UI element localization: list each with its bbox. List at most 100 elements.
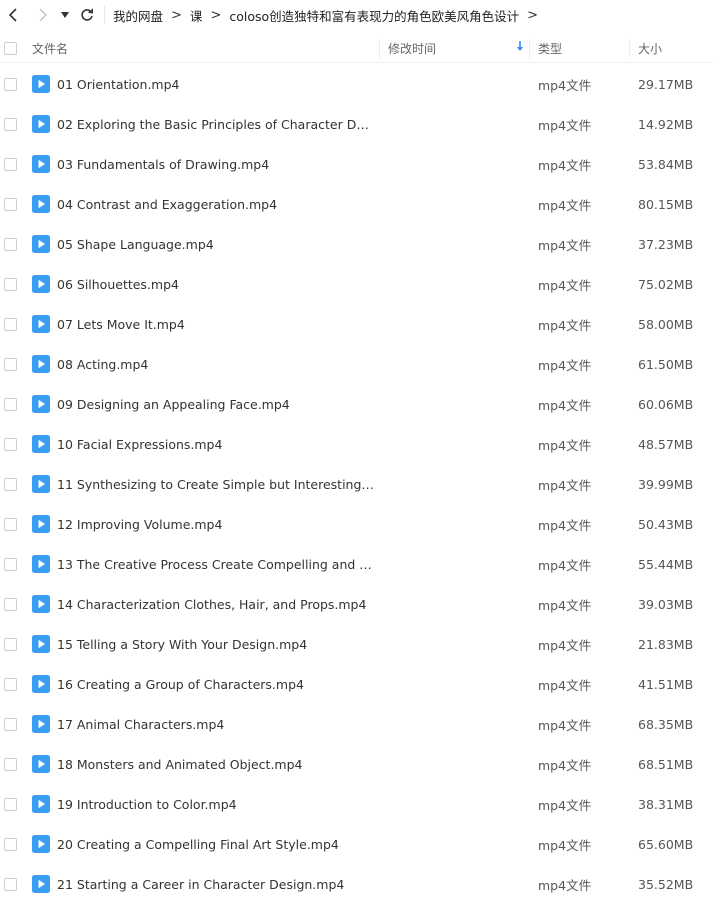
forward-button[interactable] [32, 0, 54, 30]
file-row[interactable]: 10 Facial Expressions.mp4 mp4文件 48.57MB [0, 424, 713, 464]
file-checkbox[interactable] [4, 557, 17, 571]
column-header-name-label: 文件名 [32, 41, 69, 56]
file-select-cell [0, 77, 24, 91]
file-row[interactable]: 19 Introduction to Color.mp4 mp4文件 38.31… [0, 784, 713, 824]
file-checkbox[interactable] [4, 677, 17, 691]
refresh-button[interactable] [76, 0, 98, 30]
file-checkbox[interactable] [4, 397, 17, 411]
file-name[interactable]: 01 Orientation.mp4 [57, 77, 380, 92]
file-name[interactable]: 19 Introduction to Color.mp4 [57, 797, 380, 812]
file-name[interactable]: 15 Telling a Story With Your Design.mp4 [57, 637, 380, 652]
file-select-cell [0, 397, 24, 411]
file-row[interactable]: 04 Contrast and Exaggeration.mp4 mp4文件 8… [0, 184, 713, 224]
column-header-size-label: 大小 [638, 41, 663, 56]
file-checkbox[interactable] [4, 877, 17, 891]
file-row[interactable]: 08 Acting.mp4 mp4文件 61.50MB [0, 344, 713, 384]
file-checkbox[interactable] [4, 317, 17, 331]
file-checkbox[interactable] [4, 717, 17, 731]
file-name[interactable]: 12 Improving Volume.mp4 [57, 517, 380, 532]
file-size: 80.15MB [638, 196, 694, 212]
file-type: mp4文件 [538, 357, 592, 373]
column-header-name[interactable]: 文件名 [24, 34, 380, 62]
file-row[interactable]: 15 Telling a Story With Your Design.mp4 … [0, 624, 713, 664]
file-type: mp4文件 [538, 397, 592, 413]
file-row[interactable]: 18 Monsters and Animated Object.mp4 mp4文… [0, 744, 713, 784]
file-checkbox[interactable] [4, 237, 17, 251]
file-row[interactable]: 21 Starting a Career in Character Design… [0, 864, 713, 904]
file-checkbox[interactable] [4, 197, 17, 211]
select-all-checkbox[interactable] [4, 41, 17, 55]
file-list-header: 文件名 修改时间 类型 大小 [0, 34, 713, 63]
file-name[interactable]: 02 Exploring the Basic Principles of Cha… [57, 117, 380, 132]
file-checkbox[interactable] [4, 77, 17, 91]
history-dropdown-button[interactable] [58, 0, 72, 30]
file-checkbox[interactable] [4, 597, 17, 611]
file-row[interactable]: 14 Characterization Clothes, Hair, and P… [0, 584, 713, 624]
file-name[interactable]: 13 The Creative Process Create Compellin… [57, 557, 380, 572]
refresh-icon [81, 8, 94, 21]
file-name[interactable]: 07 Lets Move It.mp4 [57, 317, 380, 332]
file-name[interactable]: 08 Acting.mp4 [57, 357, 380, 372]
back-button[interactable] [2, 0, 24, 30]
file-name[interactable]: 06 Silhouettes.mp4 [57, 277, 380, 292]
file-name[interactable]: 21 Starting a Career in Character Design… [57, 877, 380, 892]
file-name[interactable]: 20 Creating a Compelling Final Art Style… [57, 837, 380, 852]
column-header-modified[interactable]: 修改时间 [380, 34, 530, 62]
file-checkbox[interactable] [4, 757, 17, 771]
file-select-cell [0, 677, 24, 691]
video-file-icon [24, 184, 57, 224]
file-size: 68.35MB [638, 716, 694, 732]
file-name[interactable]: 11 Synthesizing to Create Simple but Int… [57, 477, 380, 492]
file-row[interactable]: 20 Creating a Compelling Final Art Style… [0, 824, 713, 864]
file-size: 29.17MB [638, 76, 694, 92]
file-row[interactable]: 12 Improving Volume.mp4 mp4文件 50.43MB [0, 504, 713, 544]
video-file-icon [24, 264, 57, 304]
file-row[interactable]: 07 Lets Move It.mp4 mp4文件 58.00MB [0, 304, 713, 344]
file-row[interactable]: 05 Shape Language.mp4 mp4文件 37.23MB [0, 224, 713, 264]
file-size: 65.60MB [638, 836, 694, 852]
file-name[interactable]: 04 Contrast and Exaggeration.mp4 [57, 197, 380, 212]
video-file-icon [24, 624, 57, 664]
file-row[interactable]: 01 Orientation.mp4 mp4文件 29.17MB [0, 64, 713, 104]
file-row[interactable]: 17 Animal Characters.mp4 mp4文件 68.35MB [0, 704, 713, 744]
file-checkbox[interactable] [4, 837, 17, 851]
file-row[interactable]: 13 The Creative Process Create Compellin… [0, 544, 713, 584]
file-row[interactable]: 03 Fundamentals of Drawing.mp4 mp4文件 53.… [0, 144, 713, 184]
video-file-icon [24, 464, 57, 504]
file-checkbox[interactable] [4, 157, 17, 171]
select-all-cell [0, 34, 24, 62]
breadcrumb-item[interactable]: 我的网盘 [113, 6, 163, 25]
file-select-cell [0, 317, 24, 331]
file-name[interactable]: 17 Animal Characters.mp4 [57, 717, 380, 732]
file-name[interactable]: 05 Shape Language.mp4 [57, 237, 380, 252]
breadcrumb-separator: > [527, 7, 539, 23]
file-name[interactable]: 18 Monsters and Animated Object.mp4 [57, 757, 380, 772]
file-checkbox[interactable] [4, 437, 17, 451]
video-file-icon [24, 544, 57, 584]
file-checkbox[interactable] [4, 637, 17, 651]
file-checkbox[interactable] [4, 117, 17, 131]
file-checkbox[interactable] [4, 277, 17, 291]
file-type: mp4文件 [538, 477, 592, 493]
file-name[interactable]: 14 Characterization Clothes, Hair, and P… [57, 597, 380, 612]
breadcrumb-item[interactable]: coloso创造独特和富有表现力的角色欧美风角色设计 [229, 6, 519, 25]
video-file-icon [24, 584, 57, 624]
file-checkbox[interactable] [4, 477, 17, 491]
video-file-icon [24, 344, 57, 384]
file-checkbox[interactable] [4, 797, 17, 811]
file-row[interactable]: 11 Synthesizing to Create Simple but Int… [0, 464, 713, 504]
file-row[interactable]: 02 Exploring the Basic Principles of Cha… [0, 104, 713, 144]
video-file-icon [24, 144, 57, 184]
file-row[interactable]: 09 Designing an Appealing Face.mp4 mp4文件… [0, 384, 713, 424]
breadcrumb-item[interactable]: 课 [190, 6, 203, 25]
file-name[interactable]: 09 Designing an Appealing Face.mp4 [57, 397, 380, 412]
column-header-type[interactable]: 类型 [530, 34, 630, 62]
file-row[interactable]: 06 Silhouettes.mp4 mp4文件 75.02MB [0, 264, 713, 304]
file-name[interactable]: 10 Facial Expressions.mp4 [57, 437, 380, 452]
file-row[interactable]: 16 Creating a Group of Characters.mp4 mp… [0, 664, 713, 704]
column-header-size[interactable]: 大小 [630, 34, 713, 62]
file-checkbox[interactable] [4, 517, 17, 531]
file-name[interactable]: 16 Creating a Group of Characters.mp4 [57, 677, 380, 692]
file-checkbox[interactable] [4, 357, 17, 371]
file-name[interactable]: 03 Fundamentals of Drawing.mp4 [57, 157, 380, 172]
